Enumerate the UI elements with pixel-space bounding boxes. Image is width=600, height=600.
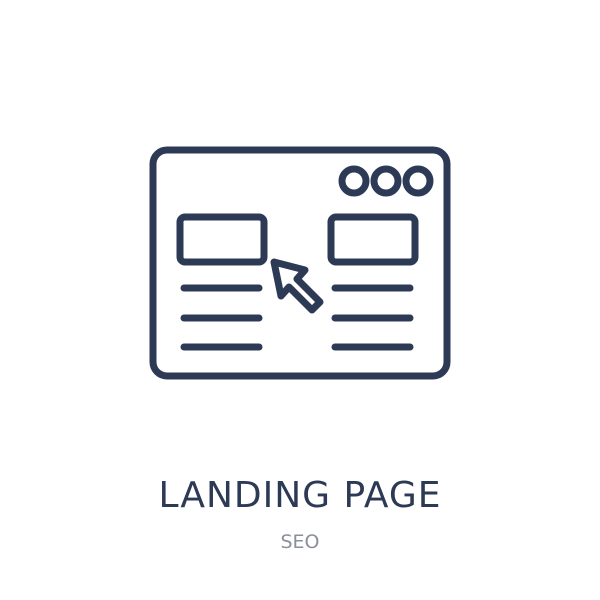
icon-card: LANDING PAGE SEO [0, 0, 600, 600]
image-block-icon [327, 213, 419, 266]
text-lines-icon [331, 284, 414, 351]
cursor-arrow-icon [270, 258, 324, 314]
window-dots-icon [338, 165, 434, 197]
image-block-icon [176, 213, 268, 266]
text-lines-icon [180, 284, 263, 351]
landing-page-icon-svg [149, 146, 451, 380]
icon-category: SEO [280, 531, 320, 553]
landing-page-icon [0, 0, 600, 420]
icon-title: LANDING PAGE [158, 475, 442, 516]
